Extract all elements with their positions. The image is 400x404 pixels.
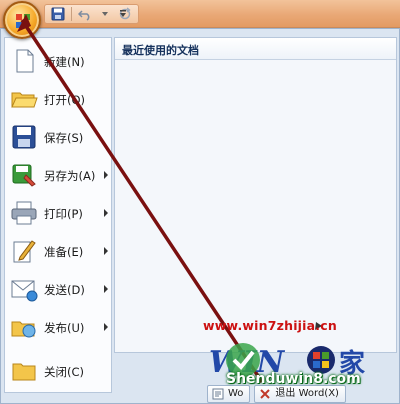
menu-item-label: 新建(N): [44, 55, 85, 69]
open-folder-icon: [10, 85, 38, 113]
watermark-site: Shenduwin8.com: [226, 371, 361, 387]
floppy-disk-icon: [10, 123, 38, 151]
recent-documents-title: 最近使用的文档: [122, 44, 199, 57]
menu-item-open[interactable]: 打开(O): [5, 80, 111, 118]
customize-qat-icon[interactable]: [119, 8, 127, 18]
word-options-icon: [212, 388, 224, 400]
menu-item-label: 发送(D): [44, 283, 85, 297]
menu-commands: 新建(N) 打开(O) 保存(S) 另存为(A) 打印(P) 准备(E) 发送(…: [4, 37, 112, 393]
menu-item-close[interactable]: 关闭(C): [5, 352, 111, 390]
chevron-down-icon[interactable]: [96, 6, 114, 22]
menu-item-label: 准备(E): [44, 245, 84, 259]
menu-item-save[interactable]: 保存(S): [5, 118, 111, 156]
menu-item-label: 打印(P): [44, 207, 83, 221]
recent-documents-panel: 最近使用的文档: [114, 37, 397, 353]
close-folder-icon: [10, 357, 38, 385]
menu-item-label: 保存(S): [44, 131, 84, 145]
exit-word-label: 退出 Word(X): [275, 388, 339, 399]
word-options-label: Wo: [228, 388, 244, 399]
printer-icon: [10, 199, 38, 227]
title-bar: [0, 0, 400, 28]
menu-item-prepare[interactable]: 准备(E): [5, 232, 111, 270]
submenu-arrow-icon: [104, 285, 108, 293]
qat-separator: [71, 7, 72, 21]
menu-item-publish[interactable]: 发布(U): [5, 308, 111, 346]
recent-documents-header: 最近使用的文档: [115, 38, 396, 60]
submenu-arrow-icon: [104, 209, 108, 217]
menu-item-print[interactable]: 打印(P): [5, 194, 111, 232]
submenu-arrow-icon: [104, 247, 108, 255]
send-mail-icon: [10, 275, 38, 303]
floppy-disk-icon[interactable]: [49, 6, 67, 22]
new-document-icon: [10, 47, 38, 75]
menu-item-save-as[interactable]: 另存为(A): [5, 156, 111, 194]
menu-item-label: 打开(O): [44, 93, 86, 107]
save-as-icon: [10, 161, 38, 189]
undo-arrow-icon[interactable]: [76, 6, 94, 22]
submenu-arrow-icon: [104, 323, 108, 331]
menu-bottom-bar: Wo 退出 Word(X): [207, 385, 399, 403]
menu-item-label: 关闭(C): [44, 365, 85, 379]
menu-item-send[interactable]: 发送(D): [5, 270, 111, 308]
publish-folder-icon: [10, 313, 38, 341]
word-options-button[interactable]: Wo: [207, 385, 251, 403]
prepare-pen-icon: [10, 237, 38, 265]
exit-icon: [259, 388, 271, 400]
menu-item-label: 发布(U): [44, 321, 85, 335]
submenu-arrow-icon: [104, 171, 108, 179]
watermark-url: www.win7zhijia.cn: [203, 318, 337, 333]
office-logo-icon: [15, 13, 31, 29]
exit-word-button[interactable]: 退出 Word(X): [254, 385, 346, 403]
office-button[interactable]: [3, 1, 41, 39]
menu-item-new[interactable]: 新建(N): [5, 42, 111, 80]
menu-item-label: 另存为(A): [44, 169, 96, 183]
